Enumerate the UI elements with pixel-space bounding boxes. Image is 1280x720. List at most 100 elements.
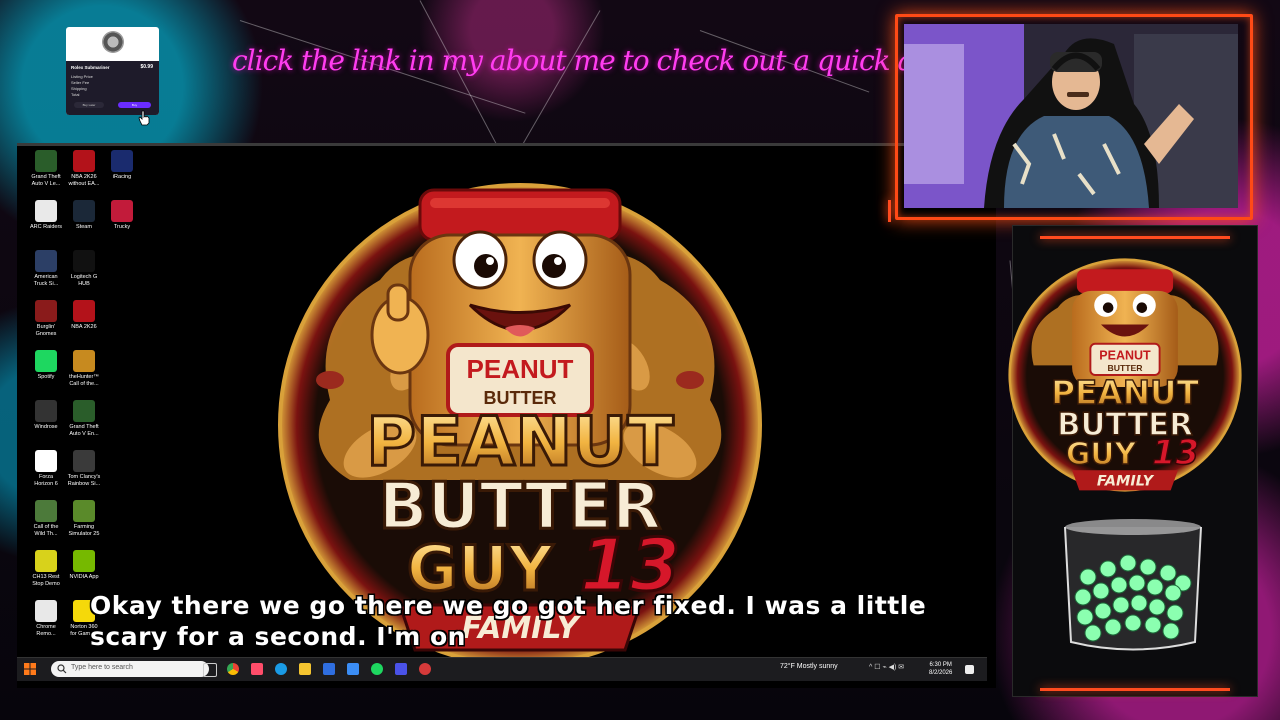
desktop-shortcut-label: NVIDIA App bbox=[69, 574, 99, 580]
desktop-shortcut-label: American Truck Si... bbox=[33, 274, 59, 287]
windows-start-icon[interactable] bbox=[23, 662, 37, 676]
desktop-shortcut[interactable]: Grand Theft Auto V En... bbox=[67, 400, 101, 438]
thehunter-icon bbox=[73, 350, 95, 372]
edge-icon[interactable] bbox=[275, 663, 287, 675]
rest-stop-icon bbox=[35, 550, 57, 572]
desktop-shortcut-label: Trucky bbox=[113, 224, 131, 230]
desktop-shortcut[interactable]: Grand Theft Auto V Le... bbox=[29, 150, 63, 188]
logitech-icon bbox=[73, 250, 95, 272]
discord-icon[interactable] bbox=[395, 663, 407, 675]
store-icon[interactable] bbox=[323, 663, 335, 675]
side-logo: PEANUT BUTTER PEANUT BUTTER GUY 13 FAMIL… bbox=[1008, 258, 1242, 492]
desktop-shortcut[interactable]: NBA 2K26 without EA... bbox=[67, 150, 101, 188]
promo-row: Shipping bbox=[71, 86, 87, 91]
accent-line-side bbox=[888, 200, 891, 222]
desktop-shortcut-label: NBA 2K26 bbox=[71, 324, 97, 330]
desktop-shortcut[interactable]: American Truck Si... bbox=[29, 250, 63, 288]
tray-icons[interactable]: ^ ☐ ⌁ ◀) ✉ bbox=[869, 663, 904, 671]
desktop-shortcut[interactable]: Windrose bbox=[29, 400, 63, 431]
watch-icon bbox=[102, 31, 124, 53]
gta-v-enhanced-icon bbox=[73, 400, 95, 422]
forza-icon bbox=[35, 450, 57, 472]
side-logo-peanut: PEANUT bbox=[1051, 374, 1199, 412]
chrome-remote-icon bbox=[35, 600, 57, 622]
windrose-icon bbox=[35, 400, 57, 422]
weather-widget[interactable]: 72°F Mostly sunny bbox=[780, 663, 838, 670]
search-placeholder: Type here to search bbox=[71, 664, 133, 671]
desktop-shortcut-label: Farming Simulator 25 bbox=[68, 524, 100, 537]
farming-sim-icon bbox=[73, 500, 95, 522]
desktop-shortcut-label: Steam bbox=[76, 224, 92, 230]
desktop-shortcut[interactable]: NVIDIA App bbox=[67, 550, 101, 581]
rainbow-six-icon bbox=[73, 450, 95, 472]
accent-line-top bbox=[1040, 236, 1230, 239]
desktop-shortcut[interactable]: Call of the Wild Th... bbox=[29, 500, 63, 538]
desktop-shortcut[interactable]: Burglin' Gnomes bbox=[29, 300, 63, 338]
gnomes-icon bbox=[35, 300, 57, 322]
mail-icon[interactable] bbox=[347, 663, 359, 675]
desktop-shortcut-label: Spotify bbox=[37, 374, 55, 380]
desktop-shortcut[interactable]: Tom Clancy's Rainbow Si... bbox=[67, 450, 101, 488]
desktop-shortcut[interactable]: iRacing bbox=[105, 150, 139, 181]
spotify-icon bbox=[35, 350, 57, 372]
side-jar-label-peanut: PEANUT bbox=[1099, 349, 1151, 363]
gta-v-icon bbox=[35, 150, 57, 172]
desktop-shortcut[interactable]: Logitech G HUB bbox=[67, 250, 101, 288]
nba2k26-icon bbox=[73, 300, 95, 322]
promo-row: Seller Fee bbox=[71, 80, 90, 85]
accent-line-bottom bbox=[1040, 688, 1230, 691]
search-icon bbox=[57, 664, 67, 674]
desktop-shortcut-label: Grand Theft Auto V En... bbox=[69, 424, 99, 437]
desktop-shortcut[interactable]: Chrome Remo... bbox=[29, 600, 63, 638]
notification-icon[interactable] bbox=[965, 665, 974, 674]
taskbar-search[interactable]: Type here to search bbox=[51, 661, 209, 677]
desktop-shortcut[interactable]: NBA 2K26 bbox=[67, 300, 101, 331]
clock-date: 8/2/2026 bbox=[929, 670, 953, 676]
side-logo-number: 13 bbox=[1152, 433, 1199, 472]
clock-time: 6:30 PM bbox=[929, 662, 952, 668]
promo-card[interactable]: Rolex Submariner Listing Price Seller Fe… bbox=[66, 27, 159, 115]
arc-raiders-icon bbox=[35, 200, 57, 222]
cotw-icon bbox=[35, 500, 57, 522]
file-explorer-icon[interactable] bbox=[299, 663, 311, 675]
desktop-shortcut-label: Grand Theft Auto V Le... bbox=[31, 174, 61, 187]
desktop-shortcut[interactable]: Steam bbox=[67, 200, 101, 231]
desktop-shortcut-label: iRacing bbox=[112, 174, 132, 180]
desktop-shortcut-label: ARC Raiders bbox=[29, 224, 63, 230]
desktop-shortcut-label: CH13 Rest Stop Demo bbox=[32, 574, 60, 587]
side-logo-guy: GUY bbox=[1066, 437, 1137, 472]
chrome-icon[interactable] bbox=[227, 663, 239, 675]
buy-later-button[interactable]: Buy Later bbox=[74, 102, 104, 108]
desktop-shortcut-label: Tom Clancy's Rainbow Si... bbox=[67, 474, 101, 487]
desktop-shortcut-label: Logitech G HUB bbox=[70, 274, 98, 287]
side-logo-family: FAMILY bbox=[1097, 474, 1155, 490]
desktop-shortcut[interactable]: Spotify bbox=[29, 350, 63, 381]
desktop-shortcut[interactable]: Trucky bbox=[105, 200, 139, 231]
task-view-icon[interactable] bbox=[203, 663, 217, 677]
hand-cursor-icon bbox=[138, 110, 150, 126]
jar-label-peanut: PEANUT bbox=[467, 354, 574, 384]
desktop-shortcut-label: Chrome Remo... bbox=[36, 624, 56, 637]
desktop-shortcut-label: theHunter™ Call of the... bbox=[69, 374, 99, 387]
obs-icon[interactable] bbox=[419, 663, 431, 675]
promo-title: Rolex Submariner bbox=[71, 65, 110, 70]
app-icon[interactable] bbox=[251, 663, 263, 675]
spotify-taskbar-icon[interactable] bbox=[371, 663, 383, 675]
webcam-feed bbox=[904, 24, 1238, 208]
trucky-icon bbox=[111, 200, 133, 222]
buy-button[interactable]: Buy bbox=[118, 102, 151, 108]
desktop-shortcut[interactable]: ARC Raiders bbox=[29, 200, 63, 231]
desktop-shortcut[interactable]: Farming Simulator 25 bbox=[67, 500, 101, 538]
banner-text: click the link in my about me to check o… bbox=[232, 44, 1130, 77]
glass-jar-counter-icon bbox=[1064, 519, 1202, 651]
desktop-shortcut[interactable]: CH13 Rest Stop Demo bbox=[29, 550, 63, 588]
desktop-shortcut-label: Burglin' Gnomes bbox=[35, 324, 57, 337]
taskbar-clock[interactable]: 6:30 PM 8/2/2026 bbox=[929, 661, 952, 677]
live-caption: Okay there we go there we go got her fix… bbox=[90, 591, 927, 651]
desktop-shortcut[interactable]: Forza Horizon 6 bbox=[29, 450, 63, 488]
desktop-shortcut-label: Call of the Wild Th... bbox=[33, 524, 59, 537]
side-jar-label-butter: BUTTER bbox=[1107, 363, 1143, 373]
desktop-shortcut[interactable]: theHunter™ Call of the... bbox=[67, 350, 101, 388]
nvidia-icon bbox=[73, 550, 95, 572]
steam-icon bbox=[73, 200, 95, 222]
